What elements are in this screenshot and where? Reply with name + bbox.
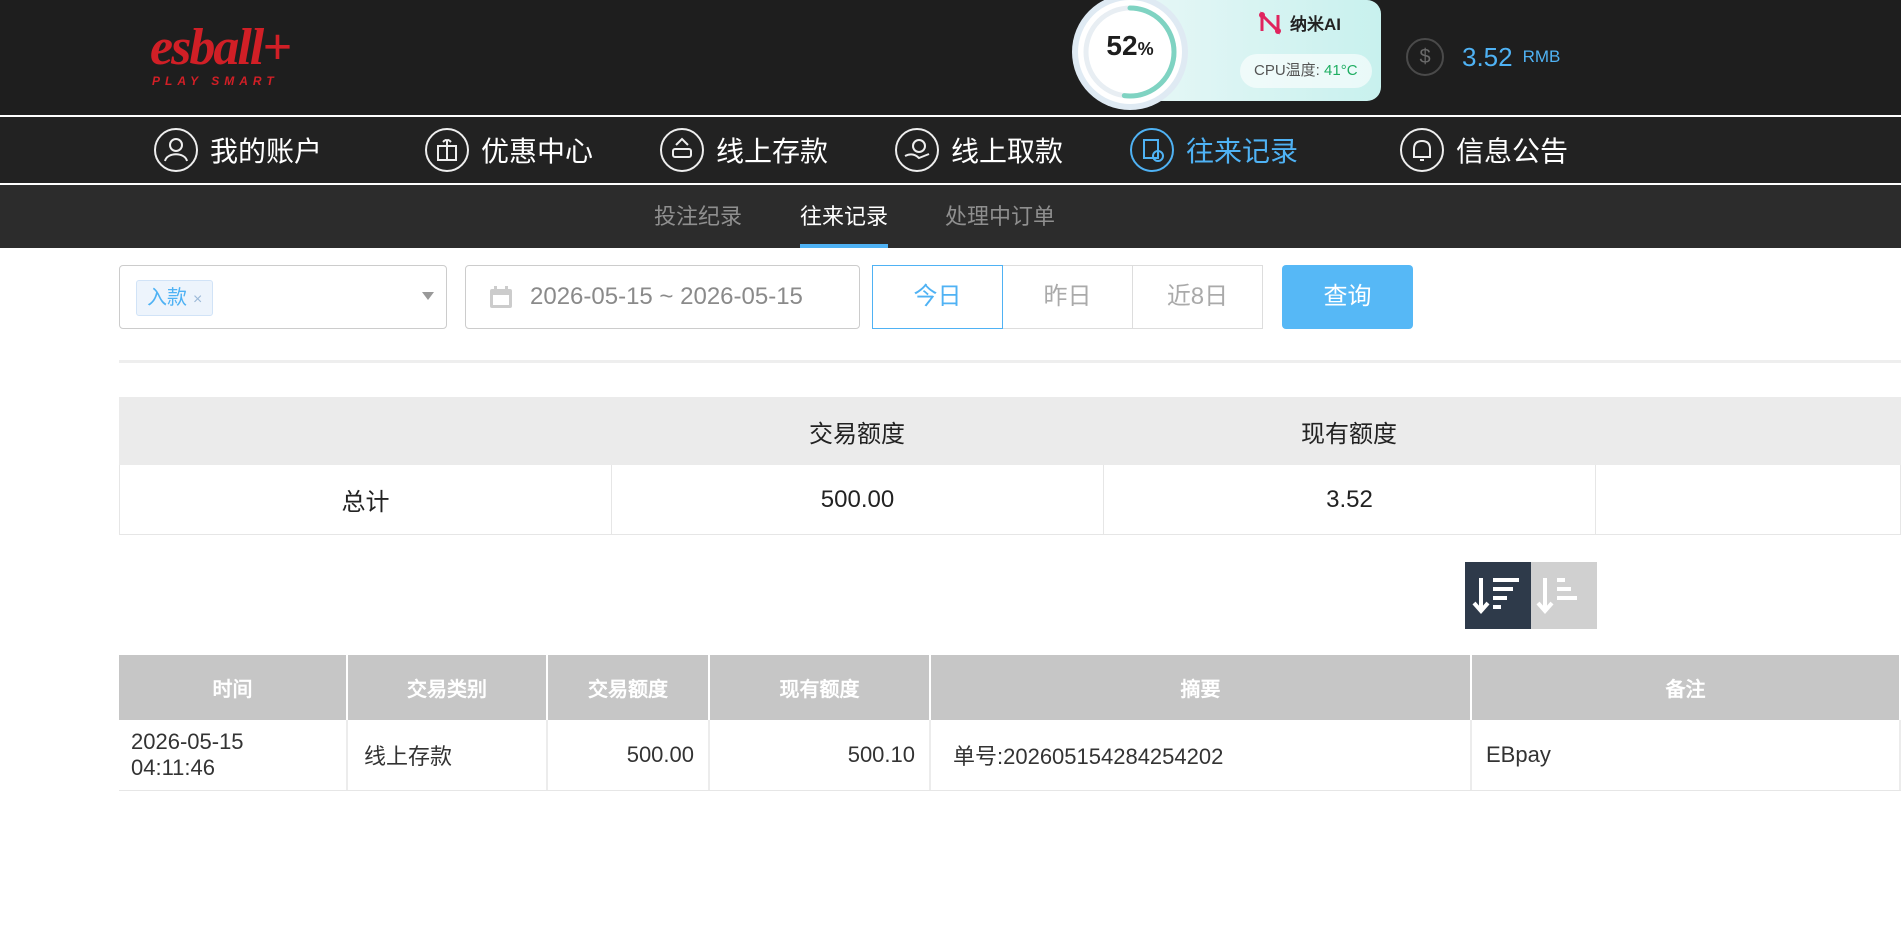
logo-tagline: PLAY SMART — [152, 74, 279, 88]
top-bar: esball+ PLAY SMART 纳米AI CPU温度: 41°C 52% — [0, 0, 1901, 115]
nav-label: 线上取款 — [951, 136, 1064, 167]
nav-my-account[interactable]: 我的账户 — [154, 117, 322, 183]
cpu-temp-value: 41°C — [1324, 62, 1358, 79]
quick-yesterday-button[interactable]: 昨日 — [1002, 265, 1133, 329]
sort-ascending-button[interactable] — [1531, 562, 1597, 629]
type-tag-deposit: 入款 × — [136, 280, 214, 316]
cell-type: 线上存款 — [348, 720, 548, 790]
cpu-percent-value: 52 — [1106, 30, 1138, 61]
logo-text: esball+ — [150, 19, 292, 76]
balance-currency: RMB — [1522, 47, 1561, 66]
subnav-pending-orders[interactable]: 处理中订单 — [945, 185, 1055, 248]
esball-logo[interactable]: esball+ PLAY SMART — [150, 18, 325, 93]
nav-label: 信息公告 — [1456, 136, 1569, 167]
bell-icon — [1400, 128, 1444, 172]
records-table: 时间 交易类别 交易额度 现有额度 摘要 备注 2026-05-15 04:11… — [119, 655, 1901, 791]
summary-cell: 500.00 — [612, 465, 1104, 534]
nav-label: 线上存款 — [716, 136, 829, 167]
nav-label: 优惠中心 — [481, 136, 594, 167]
cpu-monitor-widget[interactable]: 纳米AI CPU温度: 41°C 52% — [1078, 0, 1381, 104]
quick-today-button[interactable]: 今日 — [872, 265, 1003, 329]
summary-header-cell — [119, 397, 611, 465]
cell-balance: 500.10 — [710, 720, 931, 790]
date-range-picker[interactable]: 2026-05-15 ~ 2026-05-15 — [465, 265, 860, 329]
sort-asc-icon — [1536, 578, 1577, 615]
col-header-type: 交易类别 — [348, 655, 548, 720]
user-icon — [154, 128, 198, 172]
summary-header-cell: 现有额度 — [1301, 420, 1397, 448]
divider — [119, 360, 1901, 363]
table-row: 2026-05-15 04:11:46 线上存款 500.00 500.10 单… — [119, 720, 1901, 791]
cell-remark: EBpay — [1472, 720, 1901, 790]
nav-withdraw[interactable]: 线上取款 — [895, 117, 1063, 183]
records-icon — [1130, 128, 1174, 172]
summary-header: 交易额度 现有额度 — [119, 397, 1901, 465]
balance-amount: 3.52 — [1462, 41, 1513, 72]
main-nav: 我的账户 优惠中心 线上存款 线上取款 往来记录 信息公告 — [0, 117, 1901, 183]
subnav-bet-records[interactable]: 投注纪录 — [654, 185, 742, 248]
subnav-transaction-records[interactable]: 往来记录 — [800, 185, 889, 248]
type-tag-label: 入款 — [147, 287, 187, 309]
sort-descending-button[interactable] — [1465, 562, 1531, 629]
quick-8days-button[interactable]: 近8日 — [1132, 265, 1263, 329]
query-button[interactable]: 查询 — [1282, 265, 1413, 329]
calendar-icon — [490, 286, 512, 308]
cpu-brand-label: 纳米AI — [1290, 15, 1341, 34]
summary-cell: 3.52 — [1104, 465, 1596, 534]
col-header-balance: 现有额度 — [710, 655, 931, 720]
col-header-amount: 交易额度 — [548, 655, 710, 720]
cell-summary: 单号:202605154284254202 — [931, 720, 1472, 790]
nav-announcements[interactable]: 信息公告 — [1400, 117, 1568, 183]
nav-records[interactable]: 往来记录 — [1130, 117, 1298, 183]
summary-row: 总计 500.00 3.52 — [119, 465, 1901, 535]
cpu-brand: 纳米AI — [1258, 10, 1341, 35]
tag-remove-icon[interactable]: × — [193, 291, 202, 308]
nav-label: 往来记录 — [1186, 136, 1299, 167]
cpu-temp-label: CPU温度: — [1254, 62, 1320, 79]
transaction-type-select[interactable]: 入款 × — [119, 265, 447, 329]
cpu-usage-ring: 52% — [1078, 0, 1182, 104]
deposit-icon — [660, 128, 704, 172]
col-header-remark: 备注 — [1472, 655, 1901, 720]
col-header-summary: 摘要 — [931, 655, 1472, 720]
cpu-percent-unit: % — [1137, 39, 1154, 59]
summary-table: 交易额度 现有额度 总计 500.00 3.52 — [119, 397, 1901, 535]
balance-display: $ 3.52 RMB — [1406, 38, 1560, 76]
nav-promotions[interactable]: 优惠中心 — [425, 117, 593, 183]
dollar-coin-icon: $ — [1406, 38, 1444, 76]
nav-deposit[interactable]: 线上存款 — [660, 117, 828, 183]
cpu-temperature: CPU温度: 41°C — [1240, 54, 1372, 88]
summary-header-cell: 交易额度 — [809, 420, 905, 448]
cpu-percent: 52% — [1078, 30, 1182, 62]
nav-label: 我的账户 — [210, 136, 323, 167]
cell-time: 2026-05-15 04:11:46 — [119, 720, 348, 790]
withdraw-icon — [895, 128, 939, 172]
quick-date-buttons: 今日 昨日 近8日 — [872, 265, 1265, 329]
nami-ai-icon — [1259, 10, 1281, 35]
chevron-down-icon[interactable] — [422, 292, 434, 300]
col-header-time: 时间 — [119, 655, 348, 720]
summary-cell: 总计 — [120, 465, 612, 534]
cell-amount: 500.00 — [548, 720, 710, 790]
gift-icon — [425, 128, 469, 172]
sort-desc-icon — [1472, 578, 1519, 615]
date-range-value: 2026-05-15 ~ 2026-05-15 — [530, 283, 803, 310]
sub-nav: 投注纪录 往来记录 处理中订单 — [0, 185, 1901, 248]
records-header: 时间 交易类别 交易额度 现有额度 摘要 备注 — [119, 655, 1901, 720]
